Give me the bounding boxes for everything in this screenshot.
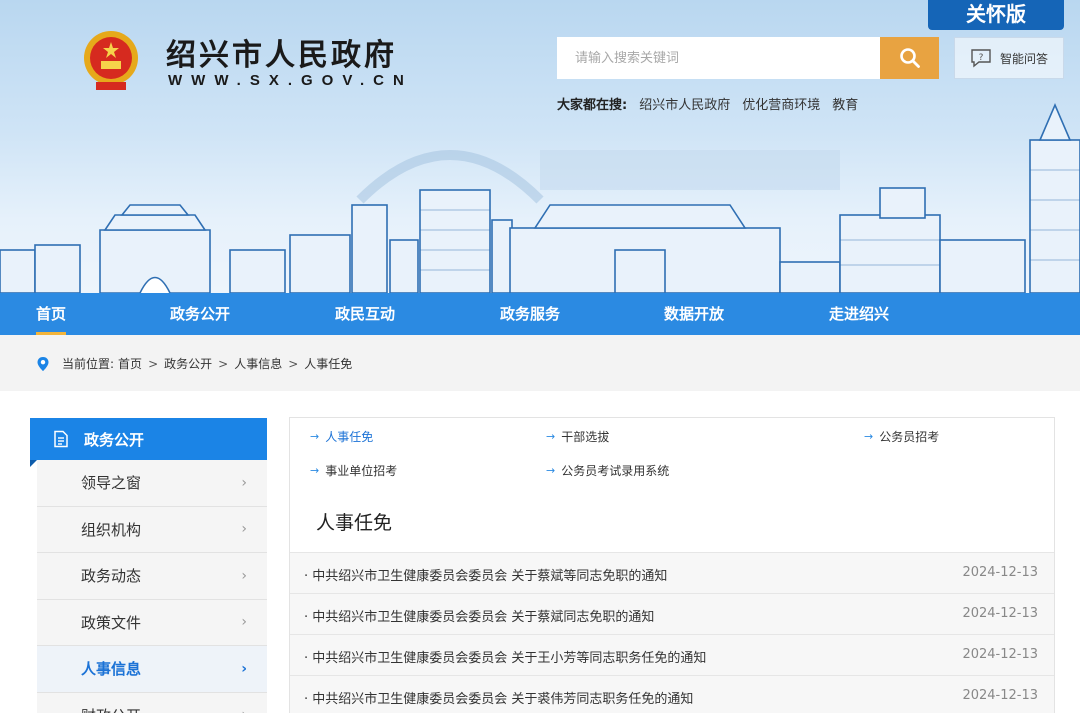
- article-list: · 中共绍兴市卫生健康委员会委员会 关于蔡斌等同志免职的通知 2024-12-1…: [290, 552, 1054, 713]
- chat-question-icon: ?: [971, 49, 991, 68]
- breadcrumb-label: 当前位置:: [62, 357, 115, 371]
- hot-search: 大家都在搜: 绍兴市人民政府 优化营商环境 教育: [557, 94, 858, 113]
- list-item[interactable]: · 中共绍兴市卫生健康委员会委员会 关于王小芳等同志职务任免的通知 2024-1…: [290, 634, 1054, 675]
- hot-keyword[interactable]: 教育: [832, 94, 858, 113]
- subnav-civil-servant-exam[interactable]: → 公务员招考: [864, 428, 939, 445]
- list-item-title[interactable]: · 中共绍兴市卫生健康委员会委员会 关于王小芳等同志职务任免的通知: [304, 647, 706, 666]
- national-emblem-icon: [84, 31, 138, 90]
- content-panel: → 人事任免 → 干部选拔 → 公务员招考 → 事业单位招考 → 公务员考试录用…: [289, 417, 1055, 713]
- breadcrumb-separator: >: [148, 356, 159, 371]
- chevron-right-icon: ›: [241, 567, 247, 584]
- chevron-right-icon: ›: [241, 614, 247, 631]
- nav-item-interaction[interactable]: 政民互动: [335, 293, 395, 335]
- breadcrumb-separator: >: [288, 356, 299, 371]
- breadcrumb-link[interactable]: 人事信息: [234, 355, 282, 372]
- list-item-title[interactable]: · 中共绍兴市卫生健康委员会委员会 关于裘伟芳同志职务任免的通知: [304, 688, 693, 707]
- list-item-date: 2024-12-13: [962, 647, 1038, 662]
- list-item[interactable]: · 中共绍兴市卫生健康委员会委员会 关于蔡斌等同志免职的通知 2024-12-1…: [290, 552, 1054, 593]
- sidebar-item-policies[interactable]: 政策文件 ›: [37, 599, 267, 646]
- sidebar-header: 政务公开: [30, 418, 267, 467]
- smart-qa-button[interactable]: ? 智能问答: [954, 37, 1064, 79]
- list-item[interactable]: · 中共绍兴市卫生健康委员会委员会 关于蔡斌同志免职的通知 2024-12-13: [290, 593, 1054, 634]
- sidebar-item-label: 领导之窗: [81, 474, 142, 493]
- chevron-right-icon: ›: [241, 660, 247, 677]
- sidebar-item-label: 组织机构: [81, 520, 142, 539]
- subnav-label: 干部选拔: [561, 430, 610, 444]
- arrow-right-icon: →: [310, 464, 320, 477]
- chevron-right-icon: ›: [241, 474, 247, 491]
- sidebar-item-label: 人事信息: [81, 660, 142, 679]
- hot-search-label: 大家都在搜:: [557, 98, 628, 113]
- sidebar: 政务公开 领导之窗 › 组织机构 › 政务动态 › 政策文件 › 人事信息 › …: [30, 418, 267, 713]
- location-pin-icon: [37, 356, 49, 371]
- chevron-right-icon: ›: [241, 521, 247, 538]
- subnav-exam-system[interactable]: → 公务员考试录用系统: [546, 462, 669, 479]
- nav-item-services[interactable]: 政务服务: [500, 293, 560, 335]
- sidebar-item-personnel[interactable]: 人事信息 ›: [37, 646, 267, 693]
- sidebar-item-label: 政务动态: [81, 567, 142, 586]
- list-item-date: 2024-12-13: [962, 606, 1038, 621]
- search-button[interactable]: [880, 37, 939, 79]
- section-title: 人事任免: [316, 512, 393, 534]
- breadcrumb-link[interactable]: 政务公开: [164, 355, 212, 372]
- nav-item-gov-affairs[interactable]: 政务公开: [170, 293, 230, 335]
- arrow-right-icon: →: [546, 464, 556, 477]
- subnav-appointments[interactable]: → 人事任免: [310, 428, 373, 445]
- chevron-right-icon: ›: [241, 707, 247, 713]
- sidebar-item-leaders[interactable]: 领导之窗 ›: [37, 460, 267, 507]
- sidebar-title: 政务公开: [84, 430, 145, 449]
- breadcrumb-link[interactable]: 首页: [118, 355, 142, 372]
- nav-item-about-city[interactable]: 走进绍兴: [829, 293, 889, 335]
- search-input[interactable]: [557, 37, 880, 79]
- nav-item-open-data[interactable]: 数据开放: [664, 293, 724, 335]
- breadcrumb-bar: 当前位置: 首页 > 政务公开 > 人事信息 > 人事任免: [0, 335, 1080, 391]
- sidebar-item-news[interactable]: 政务动态 ›: [37, 553, 267, 600]
- site-url: WWW.SX.GOV.CN: [168, 72, 413, 89]
- smart-qa-label: 智能问答: [999, 51, 1048, 66]
- subnav-label: 事业单位招考: [325, 464, 398, 478]
- list-item-title[interactable]: · 中共绍兴市卫生健康委员会委员会 关于蔡斌等同志免职的通知: [304, 565, 667, 584]
- nav-item-home[interactable]: 首页: [36, 293, 67, 335]
- list-item-date: 2024-12-13: [962, 688, 1038, 703]
- header-banner: 绍兴市人民政府 WWW.SX.GOV.CN 关怀版 ? 智能问答 大家都在搜: …: [0, 0, 1080, 293]
- arrow-right-icon: →: [546, 430, 556, 443]
- hot-keyword[interactable]: 绍兴市人民政府: [639, 94, 730, 113]
- sidebar-item-organization[interactable]: 组织机构 ›: [37, 506, 267, 553]
- breadcrumb-separator: >: [218, 356, 229, 371]
- subnav-label: 人事任免: [325, 430, 374, 444]
- sub-navigation: → 人事任免 → 干部选拔 → 公务员招考 → 事业单位招考 → 公务员考试录用…: [290, 418, 1054, 548]
- subnav-label: 公务员考试录用系统: [561, 464, 670, 478]
- breadcrumb-current[interactable]: 人事任免: [304, 355, 352, 372]
- site-title: 绍兴市人民政府: [166, 38, 397, 73]
- document-icon: [54, 430, 68, 448]
- hot-keyword[interactable]: 优化营商环境: [742, 94, 820, 113]
- subnav-cadre-selection[interactable]: → 干部选拔: [546, 428, 609, 445]
- arrow-right-icon: →: [864, 430, 874, 443]
- breadcrumb: 当前位置: 首页 > 政务公开 > 人事信息 > 人事任免: [36, 355, 352, 372]
- sidebar-item-label: 政策文件: [81, 613, 142, 632]
- list-item-date: 2024-12-13: [962, 565, 1038, 580]
- sidebar-list: 领导之窗 › 组织机构 › 政务动态 › 政策文件 › 人事信息 › 财政公开 …: [37, 460, 267, 713]
- svg-text:?: ?: [979, 53, 984, 63]
- sidebar-item-label: 财政公开: [81, 705, 141, 713]
- search-icon: [899, 48, 920, 68]
- subnav-institution-recruitment[interactable]: → 事业单位招考: [310, 462, 397, 479]
- care-mode-button[interactable]: 关怀版: [928, 0, 1064, 30]
- list-item-title[interactable]: · 中共绍兴市卫生健康委员会委员会 关于蔡斌同志免职的通知: [304, 606, 654, 625]
- main-nav: 首页 政务公开 政民互动 政务服务 数据开放 走进绍兴: [0, 293, 1080, 335]
- arrow-right-icon: →: [310, 430, 320, 443]
- list-item[interactable]: · 中共绍兴市卫生健康委员会委员会 关于裘伟芳同志职务任免的通知 2024-12…: [290, 675, 1054, 713]
- sidebar-item-finance[interactable]: 财政公开 ›: [37, 692, 267, 713]
- subnav-label: 公务员招考: [879, 430, 940, 444]
